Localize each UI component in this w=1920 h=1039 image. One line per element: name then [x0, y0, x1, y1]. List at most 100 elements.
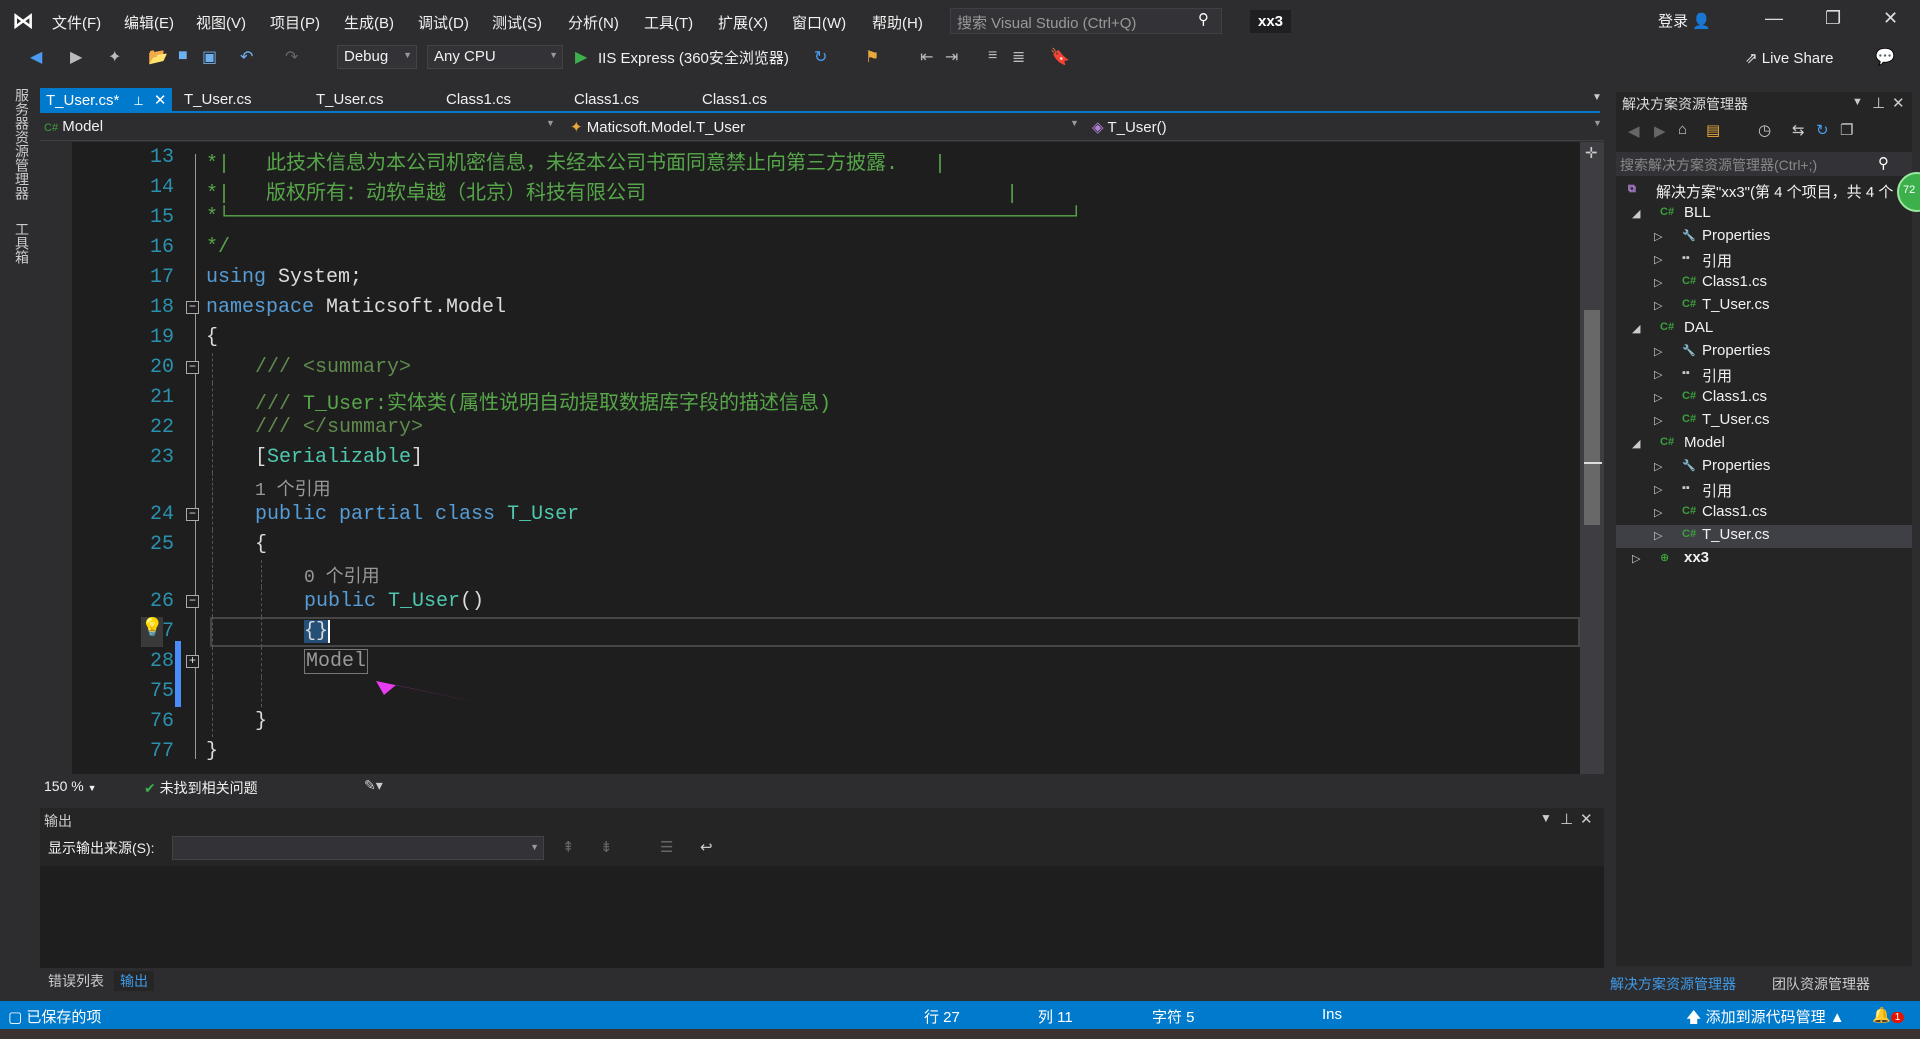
expand-icon[interactable]: ▷	[1654, 345, 1662, 358]
close-panel-icon[interactable]: ✕	[1580, 810, 1593, 828]
code-line[interactable]: }	[206, 740, 218, 763]
home-icon[interactable]: ⌂	[1678, 121, 1687, 138]
menu-item[interactable]: 分析(N)	[568, 12, 619, 33]
tab-document[interactable]: T_User.cs	[310, 88, 390, 113]
open-icon[interactable]: 📂	[148, 47, 168, 67]
tab-document[interactable]: Class1.cs	[440, 88, 517, 113]
tab-error-list[interactable]: 错误列表	[42, 971, 110, 991]
code-editor[interactable]: 13 *| 此技术信息为本公司机密信息，未经本公司书面同意禁止向第三方披露. | 1…	[40, 142, 1580, 774]
new-project-icon[interactable]: ✦	[108, 47, 121, 67]
tree-item[interactable]: ▷ C# T_User.cs	[1616, 525, 1912, 548]
brush-icon[interactable]: ✎▾	[364, 777, 383, 794]
expand-icon[interactable]: ▷	[1654, 529, 1662, 542]
project-dropdown[interactable]: C# Model	[44, 118, 103, 135]
expand-icon[interactable]: ▷	[1654, 299, 1662, 312]
refresh-icon[interactable]: ↻	[1816, 121, 1829, 139]
close-panel-icon[interactable]: ✕	[1892, 94, 1905, 112]
notifications-button[interactable]: 🔔 1	[1872, 1006, 1905, 1024]
output-source-dropdown[interactable]: ▼	[172, 836, 544, 860]
server-explorer-tab[interactable]: 服务器资源管理器	[12, 88, 32, 200]
minimize-button[interactable]: —	[1765, 8, 1783, 29]
zoom-dropdown[interactable]: 150 % ▼	[44, 778, 97, 794]
toolbox-tab[interactable]: 工具箱	[12, 222, 32, 264]
code-line[interactable]: public T_User()	[304, 590, 484, 613]
platform-dropdown[interactable]: Any CPU ▼	[427, 45, 563, 69]
code-line[interactable]: {}	[304, 620, 331, 643]
panel-menu-icon[interactable]: ▼	[1540, 811, 1552, 825]
live-share-button[interactable]: ⇗ Live Share	[1745, 49, 1833, 67]
tree-item[interactable]: ▷ ▪▪ 引用	[1616, 364, 1912, 387]
clear-all-icon[interactable]: ☰	[660, 838, 673, 856]
codelens[interactable]: 0 个引用	[304, 562, 380, 588]
type-dropdown[interactable]: ✦ Maticsoft.Model.T_User	[570, 118, 745, 136]
expand-icon[interactable]: ▷	[1654, 276, 1662, 289]
expand-icon[interactable]: ▷	[1654, 391, 1662, 404]
expand-icon[interactable]: ▷	[1654, 230, 1662, 243]
expanded-icon[interactable]: ◢	[1632, 207, 1640, 220]
expand-icon[interactable]: ▷	[1654, 483, 1662, 496]
goto-next-icon[interactable]: ⇟	[600, 838, 613, 856]
code-line[interactable]: [Serializable]	[255, 446, 423, 469]
code-line[interactable]: namespace Maticsoft.Model	[206, 296, 506, 319]
collapse-icon[interactable]: −	[186, 508, 199, 521]
outdent-icon[interactable]: ⇥	[945, 47, 958, 67]
back-icon[interactable]: ◀	[1628, 122, 1640, 140]
tree-item[interactable]: ▷ 🔧 Properties	[1616, 226, 1912, 249]
login-button[interactable]: 登录 👤	[1658, 10, 1711, 31]
pending-changes-icon[interactable]: ◷	[1758, 121, 1771, 139]
word-wrap-icon[interactable]: ↩	[700, 838, 713, 856]
pin-icon[interactable]: ⊥	[1872, 94, 1885, 112]
forward-icon[interactable]: ▶	[70, 47, 82, 67]
tab-document[interactable]: Class1.cs	[696, 88, 773, 113]
back-icon[interactable]: ◀	[30, 47, 42, 67]
pin-icon[interactable]: ⊥	[1560, 810, 1573, 828]
indent-icon[interactable]: ⇤	[920, 47, 933, 67]
collapse-icon[interactable]: −	[186, 595, 199, 608]
expand-icon[interactable]: ▷	[1654, 460, 1662, 473]
collapsed-region[interactable]: Model	[304, 649, 369, 674]
tab-team-explorer[interactable]: 团队资源管理器	[1772, 974, 1870, 994]
menu-item[interactable]: 帮助(H)	[872, 12, 923, 33]
forward-icon[interactable]: ▶	[1654, 122, 1666, 140]
code-line[interactable]: Model	[304, 649, 369, 674]
run-target-button[interactable]: IIS Express (360安全浏览器)	[598, 47, 789, 68]
expanded-icon[interactable]: ◢	[1632, 322, 1640, 335]
code-line[interactable]: /// <summary>	[255, 356, 411, 379]
scrollbar-thumb[interactable]	[1584, 310, 1600, 525]
code-line[interactable]: /// </summary>	[255, 416, 423, 439]
code-line[interactable]: *| 此技术信息为本公司机密信息，未经本公司书面同意禁止向第三方披露. |	[206, 146, 946, 176]
tab-output[interactable]: 输出	[114, 971, 154, 991]
menu-item[interactable]: 扩展(X)	[718, 12, 768, 33]
feedback-icon[interactable]: 💬	[1875, 47, 1895, 67]
code-line[interactable]: public partial class T_User	[255, 503, 579, 526]
menu-item[interactable]: 编辑(E)	[124, 12, 174, 33]
collapse-icon[interactable]: −	[186, 361, 199, 374]
member-dropdown[interactable]: ◈ T_User()	[1092, 118, 1167, 136]
menu-item[interactable]: 工具(T)	[644, 12, 693, 33]
collapse-all-icon[interactable]: ❐	[1840, 121, 1853, 139]
menu-item[interactable]: 测试(S)	[492, 12, 542, 33]
tab-overflow-icon[interactable]: ▼	[1592, 92, 1602, 103]
tree-item[interactable]: ▷ ⊕ xx3	[1616, 548, 1912, 571]
menu-item[interactable]: 文件(F)	[52, 12, 101, 33]
refresh-icon[interactable]: ↻	[814, 47, 827, 67]
switch-views-icon[interactable]: ▤	[1706, 121, 1720, 139]
tree-item[interactable]: ◢ C# Model	[1616, 433, 1912, 456]
pin-icon[interactable]: ⊥	[133, 94, 143, 108]
issues-indicator[interactable]: ✔ 未找到相关问题	[144, 778, 258, 798]
tab-document[interactable]: T_User.cs* ⊥ ✕	[40, 88, 173, 113]
comment-icon[interactable]: ≡	[988, 47, 997, 65]
expand-icon[interactable]: +	[186, 655, 199, 668]
tree-item[interactable]: ▷ C# T_User.cs	[1616, 295, 1912, 318]
expand-icon[interactable]: ▷	[1654, 368, 1662, 381]
code-line[interactable]: *| 版权所有：动软卓越（北京）科技有限公司 |	[206, 176, 1018, 206]
code-line[interactable]: *└──────────────────────────────────────…	[206, 206, 1082, 229]
code-line[interactable]: {	[206, 326, 218, 349]
code-line[interactable]: }	[255, 710, 267, 733]
panel-menu-icon[interactable]: ▼	[1852, 96, 1863, 108]
tab-document[interactable]: Class1.cs	[568, 88, 645, 113]
tree-item[interactable]: ◢ C# DAL	[1616, 318, 1912, 341]
lightbulb-icon[interactable]: 💡	[141, 617, 163, 647]
expand-icon[interactable]: ▷	[1654, 414, 1662, 427]
search-icon[interactable]: ⚲	[1878, 154, 1889, 172]
